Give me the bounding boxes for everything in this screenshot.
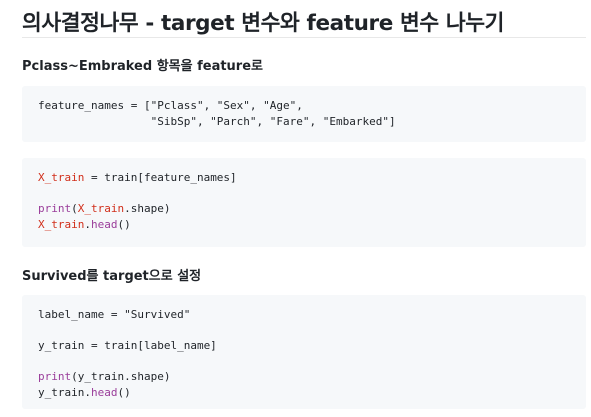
- code-text: (): [117, 385, 131, 399]
- code-line: label_name = "Survived": [38, 307, 570, 323]
- section-heading-target: Survived를 target으로 설정: [22, 269, 202, 284]
- code-text: y_train = train[label_name]: [38, 339, 217, 352]
- code-text: .: [84, 217, 91, 231]
- code-line: "SibSp", "Parch", "Fare", "Embarked"]: [38, 114, 570, 130]
- page-title: 의사결정나무 - target 변수와 feature 변수 나누기: [22, 11, 505, 36]
- code-block-x-train[interactable]: X_train = train[feature_names] print(X_tr…: [22, 158, 586, 247]
- code-function: head: [90, 217, 118, 231]
- code-text: (: [71, 202, 78, 215]
- title-divider: [22, 37, 586, 38]
- code-block-feature-names[interactable]: feature_names = ["Pclass", "Sex", "Age",…: [22, 86, 586, 142]
- code-text: = train[feature_names]: [84, 171, 237, 184]
- code-line: print(y_train.shape): [38, 369, 570, 385]
- code-line: X_train.head(): [38, 217, 570, 233]
- code-text: (): [117, 217, 131, 231]
- code-line: X_train = train[feature_names]: [38, 170, 570, 186]
- code-text: feature_names = ["Pclass", "Sex", "Age",: [38, 99, 303, 112]
- code-variable: X_train: [77, 202, 125, 215]
- code-function: print: [38, 202, 72, 215]
- code-function: print: [38, 370, 72, 383]
- code-function: head: [90, 385, 118, 399]
- code-text: y_train.: [38, 385, 91, 399]
- code-text: label_name = "Survived": [38, 308, 191, 321]
- code-variable: X_train: [38, 171, 85, 184]
- code-line: y_train = train[label_name]: [38, 338, 570, 354]
- section-heading-feature: Pclass~Embraked 항목을 feature로: [22, 59, 263, 74]
- code-block-y-train[interactable]: label_name = "Survived" y_train = train[l…: [22, 295, 586, 409]
- code-variable: X_train: [38, 217, 85, 231]
- code-text: "SibSp", "Parch", "Fare", "Embarked"]: [38, 114, 396, 128]
- code-text: .shape): [124, 202, 171, 215]
- code-text: (y_train.shape): [71, 370, 171, 383]
- code-line: y_train.head(): [38, 385, 570, 401]
- code-line: print(X_train.shape): [38, 201, 570, 217]
- code-line: feature_names = ["Pclass", "Sex", "Age",: [38, 98, 570, 114]
